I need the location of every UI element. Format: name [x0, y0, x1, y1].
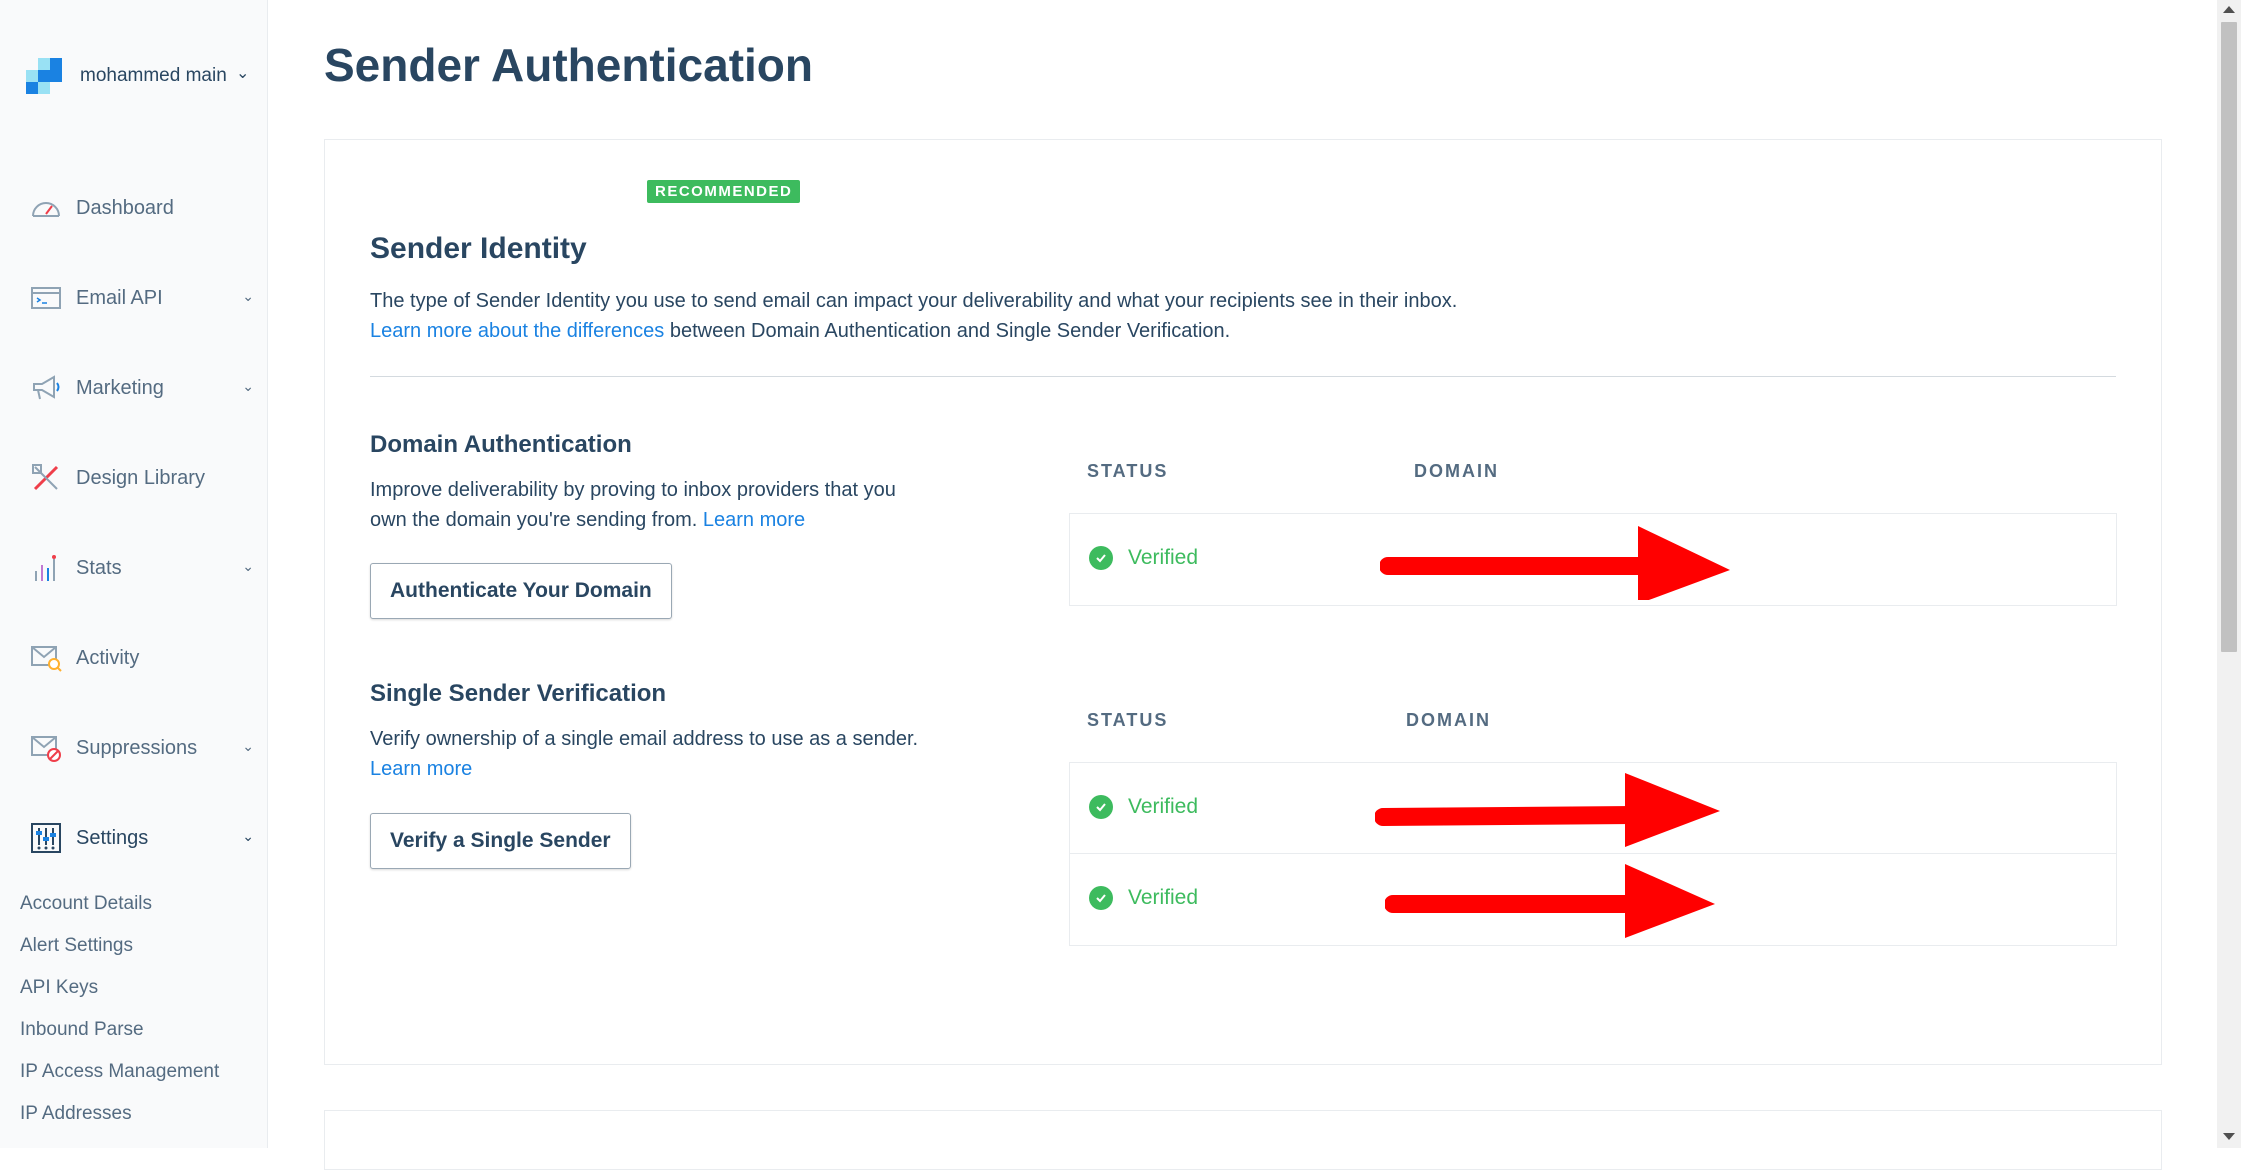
divider — [370, 376, 2116, 377]
learn-differences-suffix: between Domain Authentication and Single… — [664, 320, 1231, 342]
nav-marketing[interactable]: Marketing ⌄ — [0, 360, 268, 416]
status-text: Verified — [1128, 886, 1199, 909]
nav-activity[interactable]: Activity — [0, 630, 268, 686]
nav-label: Marketing — [76, 376, 164, 399]
sidebar-item-alert-settings[interactable]: Alert Settings — [20, 935, 133, 957]
domain-auth-domain-header: DOMAIN — [1414, 461, 1499, 481]
domain-auth-status-header: STATUS — [1087, 461, 1169, 481]
domain-auth-title: Domain Authentication — [370, 431, 632, 458]
annotation-arrow-icon — [1385, 864, 1715, 938]
table-row: Verified — [1070, 854, 2116, 945]
chevron-down-icon: ⌄ — [242, 378, 254, 394]
stats-icon — [29, 551, 63, 585]
email-api-icon — [29, 281, 63, 315]
nav-label: Suppressions — [76, 736, 198, 759]
table-row: Verified — [1070, 514, 2116, 605]
next-card — [324, 1110, 2162, 1170]
sender-identity-card: RECOMMENDED Sender Identity The type of … — [324, 139, 2162, 1065]
annotation-arrow-icon — [1375, 773, 1720, 847]
suppressions-icon — [29, 731, 63, 765]
sidebar-item-api-keys[interactable]: API Keys — [20, 977, 98, 999]
sidebar-item-inbound-parse[interactable]: Inbound Parse — [20, 1019, 144, 1041]
sender-identity-title: Sender Identity — [370, 232, 587, 265]
activity-icon — [29, 641, 63, 675]
single-sender-domain-header: DOMAIN — [1406, 710, 1491, 730]
status-verified: Verified — [1089, 546, 1198, 570]
authenticate-domain-button[interactable]: Authenticate Your Domain — [370, 563, 672, 619]
sidebar: mohammed main ⌄ Dashboard Email API ⌄ Ma… — [0, 0, 268, 1148]
scroll-thumb[interactable] — [2221, 22, 2237, 652]
scroll-down-icon[interactable] — [2223, 1133, 2235, 1140]
chevron-down-icon: ⌄ — [236, 65, 250, 82]
single-sender-title: Single Sender Verification — [370, 680, 667, 707]
status-verified: Verified — [1089, 795, 1198, 819]
domain-auth-desc-line2: own the domain you're sending from. Lear… — [370, 509, 805, 532]
sendgrid-logo-icon — [26, 58, 62, 94]
nav-settings[interactable]: Settings ⌄ — [0, 810, 268, 866]
status-text: Verified — [1128, 546, 1199, 569]
nav-email-api[interactable]: Email API ⌄ — [0, 270, 268, 326]
single-sender-learn-more-link[interactable]: Learn more — [370, 758, 472, 780]
nav-label: Settings — [76, 826, 149, 849]
sidebar-item-ip-access-management[interactable]: IP Access Management — [20, 1061, 219, 1083]
sidebar-item-account-details[interactable]: Account Details — [20, 893, 152, 915]
design-library-icon — [29, 461, 63, 495]
verify-single-sender-button[interactable]: Verify a Single Sender — [370, 813, 631, 869]
domain-auth-desc-text: own the domain you're sending from. — [370, 509, 703, 531]
nav-label: Activity — [76, 646, 140, 669]
chevron-down-icon: ⌄ — [242, 828, 254, 844]
table-row: Verified — [1070, 763, 2116, 854]
check-circle-icon — [1089, 795, 1113, 819]
nav-label: Design Library — [76, 466, 205, 489]
annotation-arrow-icon — [1380, 526, 1730, 600]
learn-differences-link[interactable]: Learn more about the differences — [370, 320, 664, 342]
dashboard-icon — [29, 191, 63, 225]
sidebar-item-ip-addresses[interactable]: IP Addresses — [20, 1103, 132, 1125]
domain-auth-desc-line1: Improve deliverability by proving to inb… — [370, 479, 896, 501]
single-sender-table: Verified Verified — [1069, 762, 2117, 946]
account-name: mohammed main — [80, 65, 227, 86]
settings-icon — [29, 821, 63, 855]
chevron-down-icon: ⌄ — [242, 288, 254, 304]
scroll-up-icon[interactable] — [2223, 6, 2235, 13]
status-text: Verified — [1128, 795, 1199, 818]
status-verified: Verified — [1089, 886, 1198, 910]
chevron-down-icon: ⌄ — [242, 738, 254, 754]
nav-label: Stats — [76, 556, 122, 579]
account-switcher[interactable]: mohammed main ⌄ — [26, 56, 260, 96]
nav-dashboard[interactable]: Dashboard — [0, 180, 268, 236]
check-circle-icon — [1089, 546, 1113, 570]
single-sender-desc: Verify ownership of a single email addre… — [370, 728, 919, 750]
page-title: Sender Authentication — [324, 39, 813, 91]
domain-auth-table: Verified — [1069, 513, 2117, 606]
scrollbar[interactable] — [2217, 0, 2241, 1148]
domain-auth-learn-more-link[interactable]: Learn more — [703, 509, 805, 531]
sender-identity-description: The type of Sender Identity you use to s… — [370, 290, 1458, 312]
single-sender-status-header: STATUS — [1087, 710, 1169, 730]
chevron-down-icon: ⌄ — [242, 558, 254, 574]
megaphone-icon — [29, 371, 63, 405]
recommended-badge: RECOMMENDED — [647, 180, 801, 203]
nav-design-library[interactable]: Design Library — [0, 450, 268, 506]
check-circle-icon — [1089, 886, 1113, 910]
nav-suppressions[interactable]: Suppressions ⌄ — [0, 720, 268, 776]
nav-label: Dashboard — [76, 196, 174, 219]
sender-identity-learn-line: Learn more about the differences between… — [370, 320, 1230, 343]
nav-label: Email API — [76, 286, 163, 309]
single-sender-learn-line: Learn more — [370, 758, 472, 781]
nav-stats[interactable]: Stats ⌄ — [0, 540, 268, 596]
